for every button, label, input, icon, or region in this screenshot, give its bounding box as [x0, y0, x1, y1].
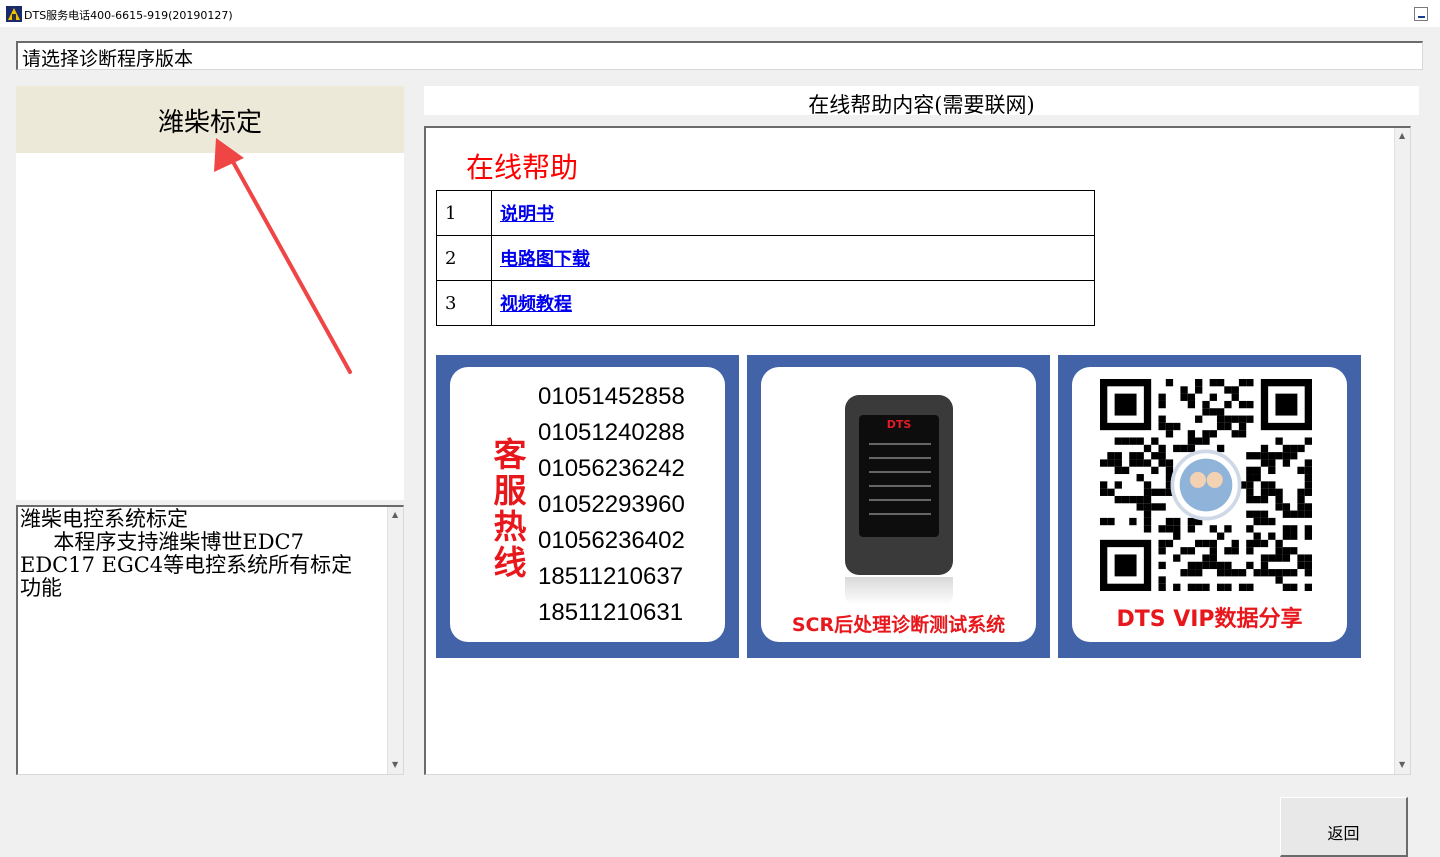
hotline-card: 客服热线 01051452858 01051240288 01056236242…	[450, 367, 725, 642]
help-header: 在线帮助内容(需要联网)	[424, 86, 1419, 117]
return-button[interactable]: 返回	[1280, 797, 1408, 857]
version-select-box[interactable]: 请选择诊断程序版本	[16, 41, 1423, 70]
help-links-table: 1 说明书 2 电路图下载 3 视频教程	[436, 190, 1095, 326]
table-cell: 说明书	[491, 190, 1095, 236]
row-number: 1	[436, 190, 492, 236]
minimize-button[interactable]	[1414, 7, 1428, 21]
scroll-up-icon[interactable]: ▲	[1399, 132, 1405, 140]
row-number: 2	[436, 235, 492, 281]
device-image: DTS	[845, 395, 953, 575]
qr-card: DTS VIP数据分享	[1072, 367, 1347, 642]
description-textarea[interactable]: 潍柴电控系统标定 本程序支持潍柴博世EDC7 EDC17 EGC4等电控系统所有…	[16, 505, 404, 775]
phone-number: 01052293960	[538, 491, 685, 518]
device-indicator	[869, 471, 931, 473]
video-tutorial-link[interactable]: 视频教程	[500, 294, 572, 315]
table-cell: 视频教程	[491, 280, 1095, 326]
device-caption: SCR后处理诊断测试系统	[791, 614, 1006, 636]
help-header-text: 在线帮助内容(需要联网)	[808, 93, 1035, 117]
table-row: 1 说明书	[436, 190, 1095, 236]
phone-number: 18511210637	[538, 563, 684, 590]
row-number: 3	[436, 280, 492, 326]
description-scrollbar[interactable]: ▲ ▼	[387, 507, 403, 774]
window-title: DTS服务电话400-6615-919(20190127)	[24, 9, 233, 22]
device-banner: DTS SCR后处理诊断测试系统	[747, 355, 1050, 658]
help-browser-pane[interactable]: 在线帮助 1 说明书 2 电路图下载 3 视频教程 客服热线 010514528…	[424, 126, 1411, 775]
device-screen: DTS	[859, 415, 939, 537]
hotline-label: 客服热线	[493, 435, 527, 582]
scroll-down-icon[interactable]: ▼	[1399, 761, 1405, 769]
help-title: 在线帮助	[466, 151, 579, 184]
description-text: 潍柴电控系统标定 本程序支持潍柴博世EDC7 EDC17 EGC4等电控系统所有…	[20, 507, 353, 600]
hotline-banner: 客服热线 01051452858 01051240288 01056236242…	[436, 355, 739, 658]
device-reflection	[845, 577, 953, 605]
table-cell: 电路图下载	[491, 235, 1095, 281]
red-arrow-annotation	[214, 138, 352, 374]
circuit-diagram-link[interactable]: 电路图下载	[500, 249, 590, 270]
browser-scrollbar[interactable]: ▲ ▼	[1394, 128, 1410, 774]
phone-number: 18511210631	[538, 599, 684, 626]
qr-code-image	[1100, 379, 1312, 591]
qr-caption: DTS VIP数据分享	[1116, 607, 1303, 632]
device-indicator	[869, 485, 931, 487]
device-card: DTS SCR后处理诊断测试系统	[761, 367, 1036, 642]
scroll-down-icon[interactable]: ▼	[392, 761, 398, 769]
phone-number: 01051240288	[538, 419, 685, 446]
device-indicator	[869, 443, 931, 445]
table-row: 2 电路图下载	[436, 235, 1095, 281]
phone-number: 01056236402	[538, 527, 685, 554]
device-indicator	[869, 457, 931, 459]
device-indicator	[869, 499, 931, 501]
device-indicator	[869, 513, 931, 515]
phone-number: 01056236242	[538, 455, 685, 482]
app-icon	[6, 6, 22, 22]
qr-banner: DTS VIP数据分享	[1058, 355, 1361, 658]
version-prompt-text: 请选择诊断程序版本	[22, 48, 194, 70]
phone-number: 01051452858	[538, 383, 685, 410]
manual-link[interactable]: 说明书	[500, 204, 554, 225]
device-brand-logo: DTS	[886, 418, 912, 431]
scroll-up-icon[interactable]: ▲	[392, 511, 398, 519]
table-row: 3 视频教程	[436, 280, 1095, 326]
title-bar: DTS服务电话400-6615-919(20190127)	[0, 0, 1440, 27]
